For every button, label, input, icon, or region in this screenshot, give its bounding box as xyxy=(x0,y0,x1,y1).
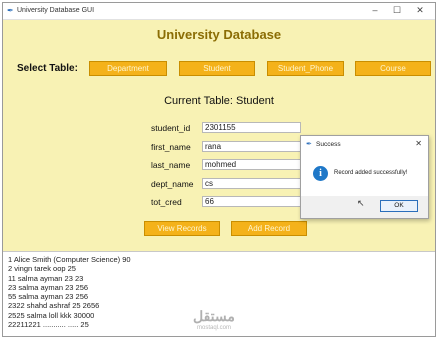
first-name-label: first_name xyxy=(151,142,191,152)
dialog-close-button[interactable]: ✕ xyxy=(415,139,422,148)
minimize-button[interactable]: – xyxy=(365,4,385,17)
dialog-body: i Record added successfully! xyxy=(301,152,428,196)
current-table-label: Current Table: Student xyxy=(164,95,274,107)
view-records-button[interactable]: View Records xyxy=(144,221,220,236)
student-phone-table-button[interactable]: Student_Phone xyxy=(267,61,344,76)
dialog-message: Record added successfully! xyxy=(334,170,408,176)
department-table-button[interactable]: Department xyxy=(89,61,167,76)
dept-name-label: dept_name xyxy=(151,179,194,189)
info-icon: i xyxy=(313,166,328,181)
close-button[interactable]: ✕ xyxy=(410,4,430,17)
maximize-button[interactable]: ☐ xyxy=(387,4,407,17)
output-line: 2 vingn tarek oop 25 xyxy=(8,264,76,274)
mouse-cursor-icon: ↖ xyxy=(357,198,365,208)
watermark-brand: مستقل xyxy=(193,308,235,324)
window-title: University Database GUI xyxy=(17,7,95,14)
feather-icon: ✒ xyxy=(7,6,14,15)
ok-button[interactable]: OK xyxy=(380,200,418,212)
tot-cred-label: tot_cred xyxy=(151,197,182,207)
last-name-label: last_name xyxy=(151,160,191,170)
select-table-label: Select Table: xyxy=(17,63,78,74)
tot-cred-input[interactable] xyxy=(202,196,301,207)
page-title: University Database xyxy=(156,27,282,42)
output-line: 23 salma ayman 23 256 xyxy=(8,282,89,292)
output-line: 1 Alice Smith (Computer Science) 90 xyxy=(8,255,131,264)
student-table-button[interactable]: Student xyxy=(179,61,255,76)
title-bar: ✒ University Database GUI – ☐ ✕ xyxy=(3,3,435,20)
add-record-button[interactable]: Add Record xyxy=(231,221,307,236)
student-id-label: student_id xyxy=(151,123,191,133)
watermark-url: mostaql.com xyxy=(197,325,232,331)
course-table-button[interactable]: Course xyxy=(355,61,431,76)
dept-name-input[interactable] xyxy=(202,178,301,189)
dialog-title-bar: ✒ Success ✕ xyxy=(301,136,428,152)
output-line: 11 salma ayman 23 23 xyxy=(8,273,84,283)
first-name-input[interactable] xyxy=(202,141,301,152)
output-line: 55 salma ayman 23 256 xyxy=(8,292,89,302)
dialog-title: Success xyxy=(316,141,341,148)
student-id-input[interactable] xyxy=(202,122,301,133)
feather-icon: ✒ xyxy=(306,141,312,148)
last-name-input[interactable] xyxy=(202,159,301,170)
